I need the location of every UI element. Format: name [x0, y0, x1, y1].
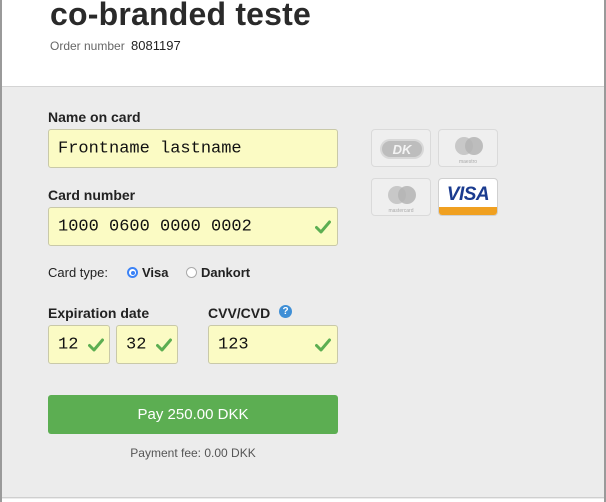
cvv-label: CVV/CVD — [208, 305, 271, 321]
payment-window: co-branded teste Order number 8081197 Na… — [0, 0, 606, 502]
radio-visa-label[interactable]: Visa — [142, 265, 169, 280]
visa-bar — [439, 207, 497, 215]
name-on-card-value: Frontname lastname — [58, 139, 242, 158]
radio-dankort-label[interactable]: Dankort — [201, 265, 250, 280]
order-info: Order number 8081197 — [50, 38, 181, 53]
check-icon — [315, 338, 331, 351]
expiry-month-field[interactable]: 12 — [48, 325, 110, 364]
card-type-row: Card type: — [48, 265, 108, 280]
header: co-branded teste Order number 8081197 — [2, 0, 604, 86]
check-icon — [156, 338, 172, 351]
maestro-logo: maestro — [438, 129, 498, 167]
card-number-field[interactable]: 1000 0600 0000 0002 — [48, 207, 338, 246]
card-number-label: Card number — [48, 187, 136, 203]
maestro-caption: maestro — [458, 159, 478, 165]
visa-logo: VISA — [438, 178, 498, 216]
check-icon — [315, 220, 331, 233]
name-on-card-field[interactable]: Frontname lastname — [48, 129, 338, 168]
radio-dankort[interactable] — [186, 267, 197, 278]
expiry-year-field[interactable]: 32 — [116, 325, 178, 364]
expiry-year-value: 32 — [126, 335, 147, 354]
radio-visa[interactable] — [127, 267, 138, 278]
help-icon[interactable]: ? — [279, 305, 292, 318]
pay-button[interactable]: Pay 250.00 DKK — [48, 395, 338, 434]
card-type-label: Card type: — [48, 265, 108, 280]
visa-wordmark: VISA — [446, 184, 490, 205]
divider — [2, 497, 604, 498]
dankort-icon: DK — [380, 139, 424, 159]
svg-text:DK: DK — [393, 142, 413, 157]
dankort-logo: DK — [371, 129, 431, 167]
order-label: Order number — [50, 39, 125, 53]
check-icon — [88, 338, 104, 351]
mastercard-logo: mastercard — [371, 178, 431, 216]
payment-fee: Payment fee: 0.00 DKK — [130, 446, 256, 460]
cvv-field[interactable]: 123 — [208, 325, 338, 364]
mastercard-caption: mastercard — [388, 208, 414, 214]
order-number: 8081197 — [131, 38, 181, 53]
expiration-date-label: Expiration date — [48, 305, 150, 321]
card-number-value: 1000 0600 0000 0002 — [58, 217, 252, 236]
expiry-month-value: 12 — [58, 335, 79, 354]
cvv-value: 123 — [218, 335, 249, 354]
page-title: co-branded teste — [50, 0, 312, 32]
name-on-card-label: Name on card — [48, 109, 141, 125]
